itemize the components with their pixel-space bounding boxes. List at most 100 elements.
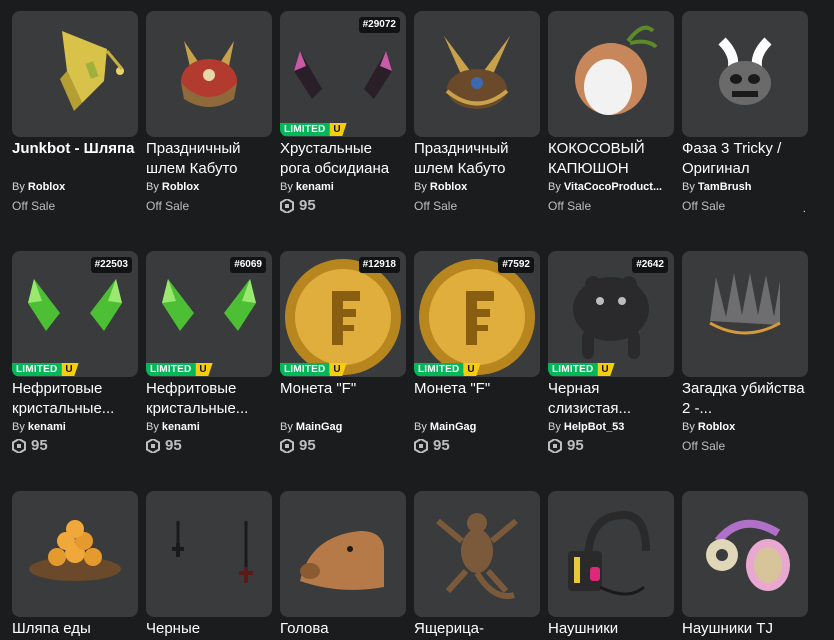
item-thumbnail[interactable] [548, 491, 674, 617]
item-thumbnail[interactable] [682, 491, 808, 617]
item-name[interactable]: Черные [146, 619, 272, 639]
item-thumbnail[interactable] [414, 491, 540, 617]
item-creator[interactable]: By Roblox [12, 181, 65, 193]
lizard-image [436, 513, 518, 599]
item-thumbnail[interactable] [146, 11, 272, 137]
item-name[interactable]: Черная слизистая... [548, 379, 674, 419]
headphones-image [568, 510, 650, 596]
creator-name[interactable]: Roblox [28, 181, 65, 193]
item-thumbnail[interactable]: #7592 LIMITED U [414, 251, 540, 377]
creator-name[interactable]: HelpBot_53 [564, 421, 625, 433]
creator-name[interactable]: Roblox [430, 181, 467, 193]
creator-name[interactable]: VitaCocoProduct... [564, 181, 662, 193]
robux-icon [280, 438, 294, 453]
price-value: 95 [299, 437, 316, 454]
black-earrings-image [172, 521, 253, 583]
item-name[interactable]: Праздничный шлем Кабуто [146, 139, 272, 179]
item-thumbnail[interactable]: #29072 LIMITED U [280, 11, 406, 137]
limited-badge: LIMITED U [280, 123, 347, 136]
item-creator[interactable]: By MainGag [280, 421, 342, 433]
creator-name[interactable]: MainGag [296, 421, 342, 433]
robux-icon [414, 438, 428, 453]
item-thumbnail[interactable]: #22503 LIMITED U [12, 251, 138, 377]
item-thumbnail[interactable] [414, 11, 540, 137]
unique-label: U [597, 363, 615, 376]
item-name[interactable]: Хрустальные рога обсидиана [280, 139, 406, 179]
item-thumbnail[interactable] [682, 11, 808, 137]
limited-label: LIMITED [12, 363, 62, 376]
limited-badge: LIMITED U [12, 363, 79, 376]
item-thumbnail[interactable]: #6069 LIMITED U [146, 251, 272, 377]
creator-prefix: By [146, 181, 159, 193]
item-price: 95 [414, 437, 450, 454]
price-value: 95 [165, 437, 182, 454]
item-thumbnail[interactable]: #2642 LIMITED U [548, 251, 674, 377]
item-creator[interactable]: By Roblox [682, 421, 735, 433]
item-creator[interactable]: By Roblox [414, 181, 467, 193]
item-creator[interactable]: By TamBrush [682, 181, 752, 193]
creator-name[interactable]: Roblox [698, 421, 735, 433]
limited-label: LIMITED [414, 363, 464, 376]
more-options-icon[interactable]: · [803, 206, 806, 217]
robux-icon [12, 438, 26, 453]
item-creator[interactable]: By kenami [146, 421, 200, 433]
item-creator[interactable]: By kenami [12, 421, 66, 433]
item-thumbnail[interactable] [280, 491, 406, 617]
creator-name[interactable]: Roblox [162, 181, 199, 193]
creator-name[interactable]: MainGag [430, 421, 476, 433]
kabuto-helmet-image [181, 41, 237, 107]
creator-prefix: By [682, 181, 695, 193]
unique-label: U [329, 363, 347, 376]
creator-name[interactable]: kenami [296, 181, 334, 193]
item-thumbnail[interactable] [12, 491, 138, 617]
item-name[interactable]: Наушники [548, 619, 674, 639]
item-name[interactable]: Шляпа еды [12, 619, 138, 639]
unique-label: U [195, 363, 213, 376]
item-name[interactable]: Фаза 3 Tricky / Оригинал [682, 139, 808, 179]
item-creator[interactable]: By MainGag [414, 421, 476, 433]
item-creator[interactable]: By kenami [280, 181, 334, 193]
item-name[interactable]: Нефритовые кристальные... [12, 379, 138, 419]
creator-prefix: By [548, 421, 561, 433]
serial-badge: #2642 [632, 257, 668, 273]
food-hat-image [29, 520, 121, 581]
creator-prefix: By [280, 421, 293, 433]
item-creator[interactable]: By VitaCocoProduct... [548, 181, 662, 193]
unique-label: U [463, 363, 481, 376]
tricky-mask-image [718, 37, 772, 105]
creator-prefix: By [682, 421, 695, 433]
coconut-hood-image [575, 25, 658, 115]
item-status: Off Sale [682, 199, 726, 213]
item-thumbnail[interactable] [682, 251, 808, 377]
price-value: 95 [567, 437, 584, 454]
creator-name[interactable]: kenami [162, 421, 200, 433]
item-thumbnail[interactable] [12, 11, 138, 137]
item-thumbnail[interactable] [146, 491, 272, 617]
item-name[interactable]: Junkbot - Шляпа [12, 139, 138, 159]
limited-badge: LIMITED U [146, 363, 213, 376]
item-status: Off Sale [146, 199, 190, 213]
item-name[interactable]: Ящерица- [414, 619, 540, 639]
creator-name[interactable]: kenami [28, 421, 66, 433]
item-name[interactable]: КОКОСОВЫЙ КАПЮШОН [548, 139, 674, 179]
serial-badge: #7592 [498, 257, 534, 273]
limited-badge: LIMITED U [280, 363, 347, 376]
item-creator[interactable]: By HelpBot_53 [548, 421, 624, 433]
item-name[interactable]: Нефритовые кристальные... [146, 379, 272, 419]
item-name[interactable]: Монета "F" [414, 379, 540, 399]
item-status: Off Sale [548, 199, 592, 213]
limited-badge: LIMITED U [548, 363, 615, 376]
creator-prefix: By [12, 421, 25, 433]
creator-prefix: By [280, 181, 293, 193]
creator-name[interactable]: TamBrush [698, 181, 752, 193]
item-name[interactable]: Загадка убийства 2 -... [682, 379, 808, 419]
item-thumbnail[interactable]: #12918 LIMITED U [280, 251, 406, 377]
price-value: 95 [299, 197, 316, 214]
item-name[interactable]: Наушники TJ [682, 619, 808, 639]
item-status: Off Sale [414, 199, 458, 213]
item-name[interactable]: Монета "F" [280, 379, 406, 399]
item-thumbnail[interactable] [548, 11, 674, 137]
item-name[interactable]: Голова [280, 619, 406, 639]
item-creator[interactable]: By Roblox [146, 181, 199, 193]
item-name[interactable]: Праздничный шлем Кабуто [414, 139, 540, 179]
